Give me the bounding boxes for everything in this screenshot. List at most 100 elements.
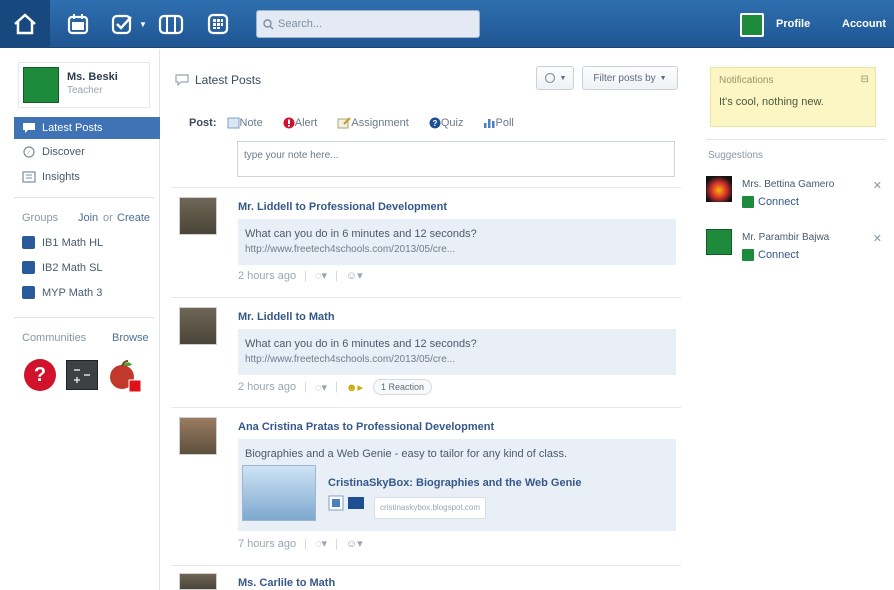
post-type-quiz[interactable]: ? Quiz [429,117,463,129]
dismiss-icon[interactable]: ✕ [873,232,882,245]
separator: | [335,269,338,282]
calculator-community-icon[interactable] [66,360,98,390]
post-header[interactable]: Mr. Liddell to Math [238,311,335,323]
post-body: Biographies and a Web Genie - easy to ta… [238,439,676,531]
filter-label: Filter posts by [593,72,656,84]
link-title[interactable]: CristinaSkyBox: Biographies and the Web … [328,475,581,491]
post-type-label: Poll [495,117,514,129]
browse-communities-link[interactable]: Browse [112,332,149,344]
profile-avatar[interactable] [740,13,764,37]
create-group-link[interactable]: Create [117,212,150,224]
filter-posts-dropdown[interactable]: Filter posts by ▼ [582,66,678,90]
connect-button[interactable]: Connect [742,249,799,261]
reaction-count-badge[interactable]: 1 Reaction [373,379,433,395]
tag-icon[interactable]: ◌▾ [315,537,327,550]
user-card[interactable]: Ms. Beski Teacher [18,62,150,108]
avatar[interactable] [179,417,217,455]
post-type-note[interactable]: Note [227,117,263,129]
close-icon[interactable]: ⊟ [861,74,869,85]
compass-icon [23,146,35,158]
apps-button[interactable] [204,10,232,38]
profile-link[interactable]: Profile [776,18,810,30]
sidebar-item-discover[interactable]: Discover [14,141,160,163]
tag-filter-button[interactable]: ▼ [536,66,574,90]
tag-icon[interactable]: ◌▾ [315,381,327,394]
post-type-label: Note [239,117,263,129]
calculator-icon [74,369,90,383]
divider [14,197,154,198]
search-input[interactable]: Search... [256,10,480,38]
connect-button[interactable]: Connect [742,196,799,208]
post-text: Biographies and a Web Genie - easy to ta… [245,448,568,460]
suggestion-item: Mrs. Bettina Gamero Connect ✕ [706,176,892,216]
post-item: Mr. Liddell to Professional Development … [179,197,679,297]
sidebar-item-label: Discover [42,146,85,158]
assignments-caret-icon[interactable]: ▼ [139,20,147,29]
divider [171,187,681,188]
poll-icon [484,119,495,128]
avatar[interactable] [179,197,217,235]
user-name: Ms. Beski [67,71,118,83]
sidebar-item-label: Insights [42,171,80,183]
dismiss-icon[interactable]: ✕ [873,179,882,192]
apple-icon [110,360,142,393]
sidebar-item-group[interactable]: IB2 Math SL [22,261,103,274]
checkbox-icon [111,14,132,35]
post-item: Mr. Liddell to Math What can you do in 6… [179,307,679,407]
post-item: Ana Cristina Pratas to Professional Deve… [179,417,679,559]
sidebar-item-group[interactable]: MYP Math 3 [22,286,102,299]
suggestions-label: Suggestions [708,150,764,161]
group-icon [22,236,35,249]
chevron-down-icon: ▼ [559,74,567,82]
account-menu[interactable]: Account [842,18,886,30]
help-community-icon[interactable]: ? [24,359,56,391]
post-link[interactable]: http://www.freetech4schools.com/2013/05/… [245,352,669,368]
home-button[interactable] [0,0,50,48]
share-icon[interactable] [328,495,368,511]
post-header[interactable]: Mr. Liddell to Professional Development [238,201,447,213]
speech-bubble-icon [175,74,189,86]
post-type-assignment[interactable]: Assignment [337,117,409,129]
suggestion-item: Mr. Parambir Bajwa Connect ✕ [706,229,892,269]
alert-icon [283,117,295,129]
note-input[interactable]: type your note here... [237,141,675,177]
sidebar-item-insights[interactable]: Insights [14,166,160,188]
library-button[interactable] [157,10,185,38]
group-icon [22,286,35,299]
separator: | [304,269,307,282]
post-type-alert[interactable]: Alert [283,117,317,129]
post-header[interactable]: Ana Cristina Pratas to Professional Deve… [238,421,494,433]
avatar[interactable] [706,229,732,255]
post-label: Post: [189,117,217,129]
post-type-selector: Post: Note Alert Assignment ? Quiz Poll [189,117,534,129]
calendar-button[interactable] [64,10,92,38]
svg-text:?: ? [432,119,437,128]
assignments-button[interactable] [108,10,136,38]
suggestion-name[interactable]: Mr. Parambir Bajwa [742,232,829,243]
post-link[interactable]: http://www.freetech4schools.com/2013/05/… [245,242,669,258]
sidebar-item-latest-posts[interactable]: Latest Posts [14,117,160,139]
avatar[interactable] [706,176,732,202]
suggestion-name[interactable]: Mrs. Bettina Gamero [742,179,834,190]
post-time: 2 hours ago [238,269,297,282]
group-label: IB1 Math HL [42,236,104,249]
avatar[interactable] [179,307,217,345]
link-source: cristinaskybox.blogspot.com [374,497,487,519]
reaction-icon[interactable]: ☺▾ [346,269,363,282]
avatar[interactable] [179,573,217,590]
tag-icon [544,72,555,84]
reaction-icon[interactable]: ☻▸ [346,381,363,394]
or-text: or [103,212,113,224]
connect-label: Connect [758,196,799,208]
link-preview[interactable]: CristinaSkyBox: Biographies and the Web … [242,465,672,525]
join-group-link[interactable]: Join [78,212,98,224]
post-item: Ms. Carlile to Math [179,573,679,590]
tag-icon[interactable]: ◌▾ [315,269,327,282]
separator: | [304,381,307,393]
post-header[interactable]: Ms. Carlile to Math [238,577,335,589]
post-type-poll[interactable]: Poll [483,117,514,129]
page-title-text: Latest Posts [195,73,262,87]
reaction-icon[interactable]: ☺▾ [346,537,363,550]
apple-community-icon[interactable] [107,358,143,394]
sidebar-item-group[interactable]: IB1 Math HL [22,236,103,249]
